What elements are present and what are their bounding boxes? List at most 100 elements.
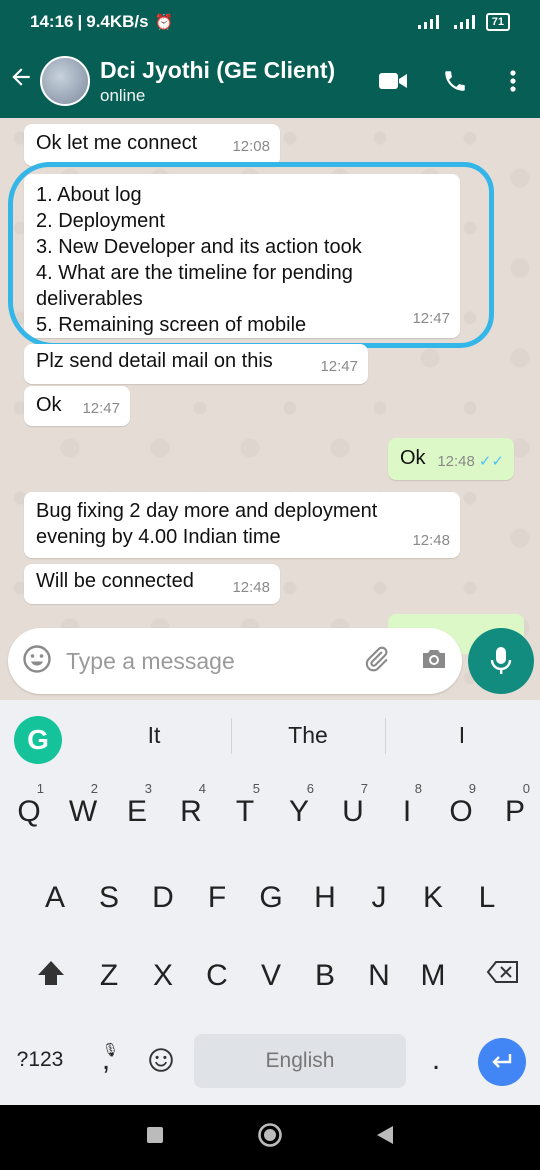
message-bubble[interactable]: Will be connected 12:48 — [24, 564, 280, 604]
message-text: Ok let me connect — [36, 132, 198, 154]
grammarly-icon[interactable]: G — [14, 716, 62, 764]
chat-area[interactable]: Ok let me connect 12:08 1. About log 2. … — [0, 118, 540, 698]
voice-message-button[interactable] — [468, 628, 534, 694]
key[interactable]: B — [300, 946, 350, 1006]
backspace-key[interactable] — [478, 942, 528, 1002]
key[interactable]: H — [300, 868, 350, 928]
message-bubble[interactable]: Bug fixing 2 day more and deployment eve… — [24, 492, 460, 558]
message-bubble[interactable]: Ok 12:47 — [24, 386, 130, 426]
message-line: Bug fixing 2 day more and deployment — [36, 500, 378, 522]
recents-button[interactable] — [146, 1126, 164, 1149]
message-bubble[interactable]: Plz send detail mail on this 12:47 — [24, 344, 368, 384]
key[interactable]: G — [246, 868, 296, 928]
key-number-hint: 7 — [360, 781, 368, 796]
key[interactable]: N — [354, 946, 404, 1006]
signal-icon-2 — [450, 15, 478, 29]
key[interactable]: Y6 — [274, 782, 324, 842]
video-call-icon[interactable] — [362, 70, 424, 92]
status-time: 14:16 — [30, 12, 74, 31]
key-label: G — [259, 881, 283, 914]
message-input[interactable] — [66, 647, 362, 675]
annotation-highlight — [8, 162, 494, 348]
back-arrow-icon[interactable] — [2, 64, 40, 98]
message-bubble-outgoing[interactable]: Ok 12:48 ✓✓ — [388, 438, 514, 480]
keyboard: G It The I Q1W2E3R4T5Y6U7I8O9P0ASDFGHJKL… — [0, 700, 540, 1105]
key-label: B — [314, 959, 335, 992]
emoji-key[interactable] — [136, 1030, 186, 1090]
key-label: X — [152, 959, 173, 992]
key[interactable]: T5 — [220, 782, 270, 842]
message-time: 12:48 — [437, 453, 475, 470]
key-label: A — [44, 881, 65, 914]
camera-icon[interactable] — [420, 646, 448, 677]
key-label: D — [152, 881, 174, 914]
home-button[interactable] — [257, 1122, 283, 1153]
key[interactable]: I8 — [382, 782, 432, 842]
message-text: Will be connected — [36, 570, 194, 592]
key[interactable]: X — [138, 946, 188, 1006]
suggestion-item[interactable]: I — [387, 722, 537, 749]
back-button[interactable] — [376, 1125, 394, 1150]
comma-key[interactable]: 🎙 , — [84, 1030, 128, 1090]
key[interactable]: J — [354, 868, 404, 928]
shift-key[interactable] — [26, 942, 76, 1002]
key[interactable]: S — [84, 868, 134, 928]
key[interactable]: Z — [84, 946, 134, 1006]
status-separator: | — [77, 12, 83, 31]
message-text: Ok — [36, 394, 62, 416]
key[interactable]: F — [192, 868, 242, 928]
key-number-hint: 3 — [144, 781, 152, 796]
key[interactable]: C — [192, 946, 242, 1006]
battery-icon: 71 — [485, 13, 510, 31]
message-composer — [8, 628, 462, 694]
key-label: F — [207, 881, 227, 914]
contact-avatar[interactable] — [40, 56, 90, 106]
key-label: E — [126, 795, 147, 828]
message-bubble[interactable]: Ok let me connect 12:08 — [24, 124, 280, 166]
key-number-hint: 9 — [468, 781, 476, 796]
status-bar: 14:16 | 9.4KB/s ⏰ 71 — [0, 0, 540, 44]
key[interactable]: V — [246, 946, 296, 1006]
enter-key[interactable] — [478, 1038, 526, 1086]
key[interactable]: E3 — [112, 782, 162, 842]
key[interactable]: R4 — [166, 782, 216, 842]
message-time: 12:48 — [412, 532, 450, 549]
key[interactable]: K — [408, 868, 458, 928]
key[interactable]: W2 — [58, 782, 108, 842]
key[interactable]: U7 — [328, 782, 378, 842]
suggestion-item[interactable]: The — [233, 722, 383, 749]
divider — [231, 718, 232, 754]
key-label: Y — [288, 795, 309, 828]
suggestion-item[interactable]: It — [79, 722, 229, 749]
message-time-wrap: 12:48 ✓✓ — [437, 449, 504, 475]
contact-name: Dci Jyothi (GE Client) — [100, 57, 336, 83]
key-label: Z — [99, 959, 119, 992]
key-label: C — [206, 959, 228, 992]
alarm-icon: ⏰ — [154, 14, 174, 31]
key[interactable]: A — [30, 868, 80, 928]
key-label: P — [504, 795, 525, 828]
key-label: L — [478, 881, 496, 914]
key-label: J — [371, 881, 387, 914]
key[interactable]: P0 — [490, 782, 540, 842]
enter-icon — [492, 1054, 512, 1068]
period-key[interactable]: . — [414, 1030, 458, 1090]
attach-icon[interactable] — [362, 645, 390, 678]
emoji-icon[interactable] — [22, 644, 52, 679]
voice-call-icon[interactable] — [424, 68, 486, 94]
more-options-icon[interactable] — [486, 69, 540, 93]
key[interactable]: Q1 — [4, 782, 54, 842]
key-number-hint: 6 — [306, 781, 314, 796]
space-key[interactable]: English — [194, 1034, 406, 1088]
contact-info[interactable]: Dci Jyothi (GE Client) online — [100, 56, 362, 106]
divider — [385, 718, 386, 754]
key-label: R — [180, 795, 202, 828]
key[interactable]: M — [408, 946, 458, 1006]
key[interactable]: O9 — [436, 782, 486, 842]
suggestion-bar: G It The I — [0, 700, 540, 774]
key[interactable]: D — [138, 868, 188, 928]
key[interactable]: L — [462, 868, 512, 928]
key-number-hint: 1 — [36, 781, 44, 796]
read-ticks-icon: ✓✓ — [478, 453, 504, 470]
symbols-key[interactable]: ?123 — [10, 1030, 70, 1090]
